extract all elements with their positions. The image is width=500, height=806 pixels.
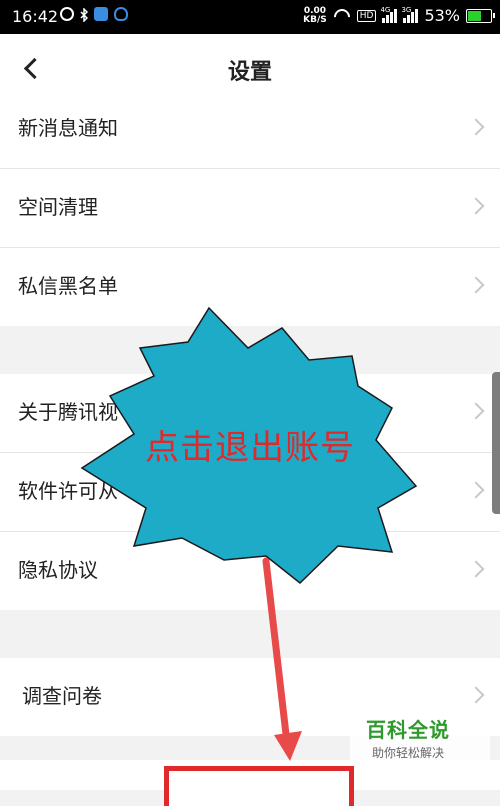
- signal-1-tag: 4G: [380, 5, 391, 14]
- battery-fill: [468, 10, 481, 21]
- status-left-icons: [60, 7, 128, 23]
- chevron-right-icon: [467, 686, 485, 704]
- arrow-shaft: [262, 557, 291, 747]
- chevron-right-icon: [467, 197, 485, 215]
- callout-text: 点击退出账号: [145, 428, 355, 468]
- status-time: 16:42: [12, 7, 59, 26]
- page-title: 设置: [227, 60, 272, 85]
- settings-group-1: 新消息通知 空间清理 私信黑名单: [0, 90, 500, 326]
- status-bar: 16:42 0.00 KB/S HD 4G 3G 53%: [0, 0, 500, 34]
- arrow-head: [274, 731, 302, 761]
- alarm-icon: [60, 7, 74, 21]
- watermark-main: 百科全说: [366, 718, 450, 742]
- scroll-handle[interactable]: [492, 372, 500, 514]
- logout-highlight-box: [164, 766, 354, 806]
- hd-badge: HD: [356, 9, 377, 22]
- watermark: 百科全说 助你轻松解决: [350, 712, 490, 764]
- chevron-right-icon: [467, 118, 485, 136]
- bluetooth-icon: [80, 7, 89, 23]
- shield-icon: [94, 7, 108, 21]
- qq-icon: [114, 7, 128, 21]
- network-speed: 0.00 KB/S: [303, 6, 327, 25]
- settings-row-label: 空间清理: [18, 195, 98, 219]
- signal-icon-1: 4G: [380, 5, 398, 23]
- network-speed-unit: KB/S: [303, 14, 327, 25]
- settings-row-label: 调查问卷: [22, 684, 102, 708]
- settings-row-new-message-notify[interactable]: 新消息通知: [0, 90, 500, 169]
- arrow-annotation: [262, 557, 302, 761]
- chevron-right-icon: [467, 560, 485, 578]
- signal-2-tag: 3G: [401, 5, 412, 14]
- battery-icon: [466, 8, 495, 23]
- chevron-right-icon: [467, 481, 485, 499]
- wifi-icon: [333, 9, 351, 23]
- settings-row-label: 新消息通知: [18, 116, 118, 140]
- chevron-right-icon: [467, 402, 485, 420]
- signal-icon-2: 3G: [401, 5, 419, 23]
- settings-row-label: 私信黑名单: [18, 274, 118, 298]
- status-right-icons: 0.00 KB/S HD 4G 3G 53%: [303, 5, 495, 25]
- settings-row-space-cleanup[interactable]: 空间清理: [0, 169, 500, 248]
- watermark-sub: 助你轻松解决: [372, 746, 445, 760]
- battery-percent: 53%: [424, 6, 460, 25]
- chevron-right-icon: [467, 276, 485, 294]
